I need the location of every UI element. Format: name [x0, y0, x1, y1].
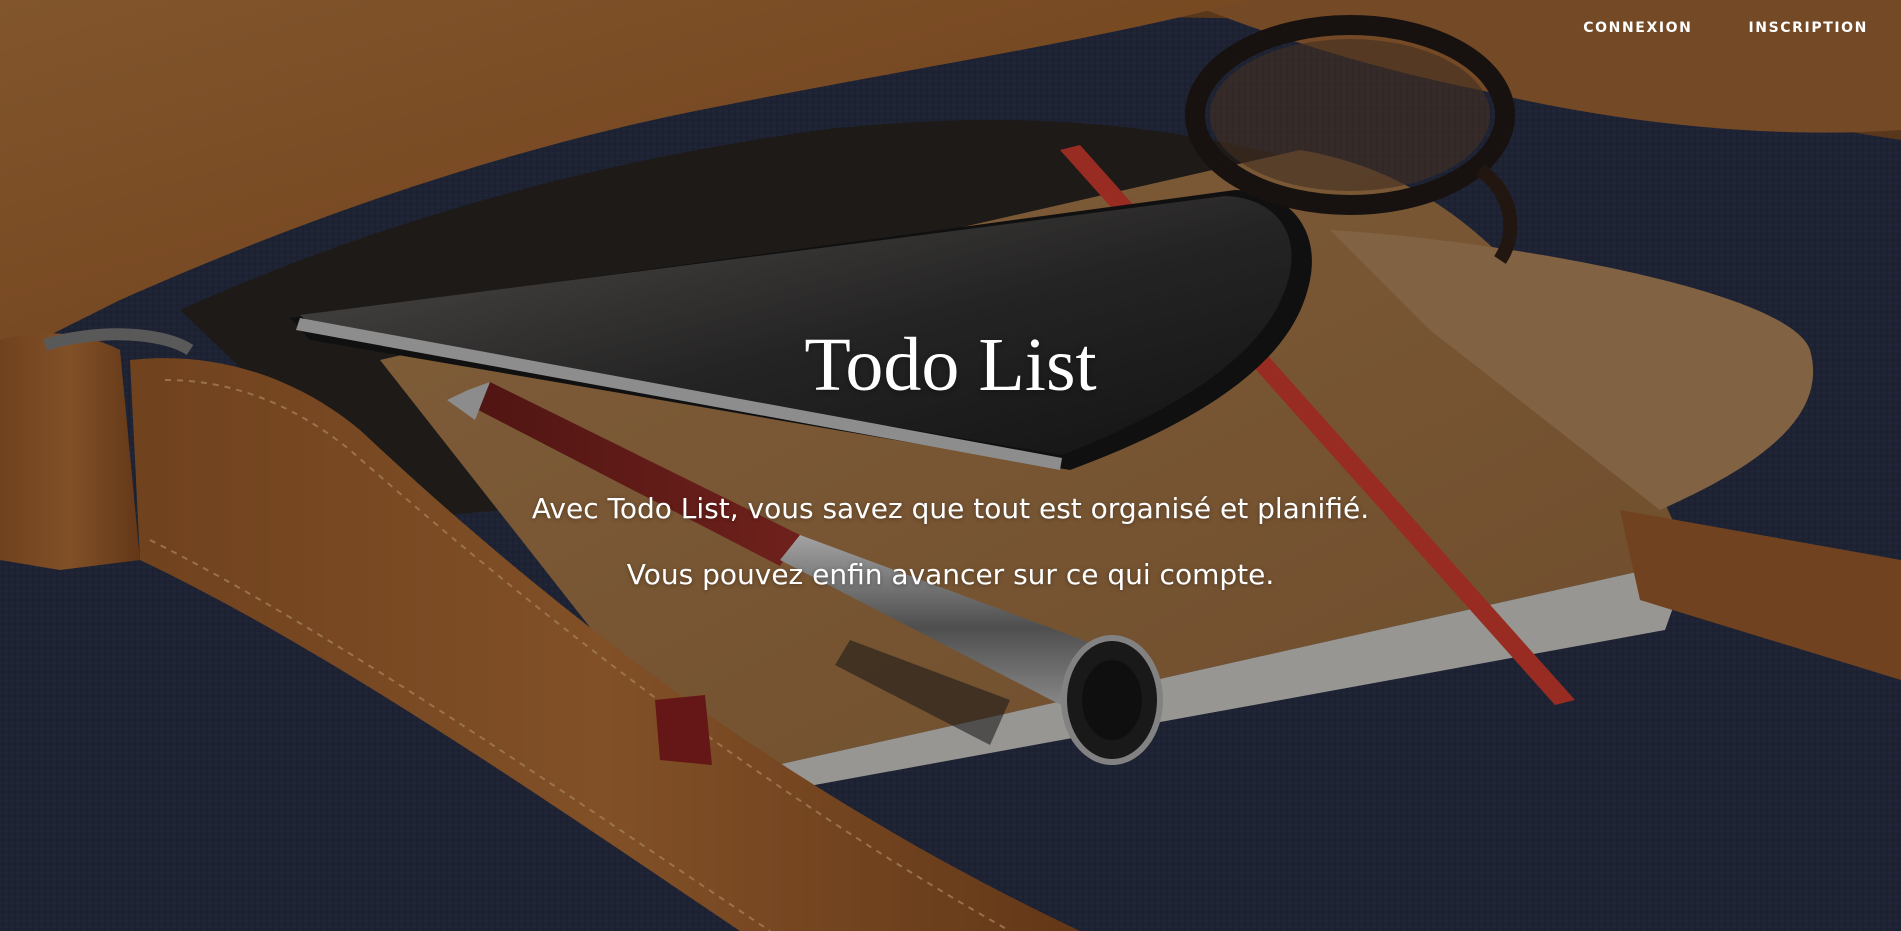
- hero-tagline-1: Avec Todo List, vous savez que tout est …: [531, 492, 1370, 525]
- hero-tagline-2: Vous pouvez enfin avancer sur ce qui com…: [626, 558, 1275, 591]
- login-link[interactable]: CONNEXION: [1583, 20, 1692, 36]
- hero-section: CONNEXION INSCRIPTION Todo List Avec Tod…: [0, 0, 1901, 931]
- hero-taglines: Avec Todo List, vous savez que tout est …: [0, 476, 1901, 608]
- top-nav: CONNEXION INSCRIPTION: [1583, 20, 1868, 36]
- signup-link[interactable]: INSCRIPTION: [1748, 20, 1868, 36]
- hero-title: Todo List: [804, 323, 1097, 407]
- hero-content: Todo List Avec Todo List, vous savez que…: [0, 320, 1901, 608]
